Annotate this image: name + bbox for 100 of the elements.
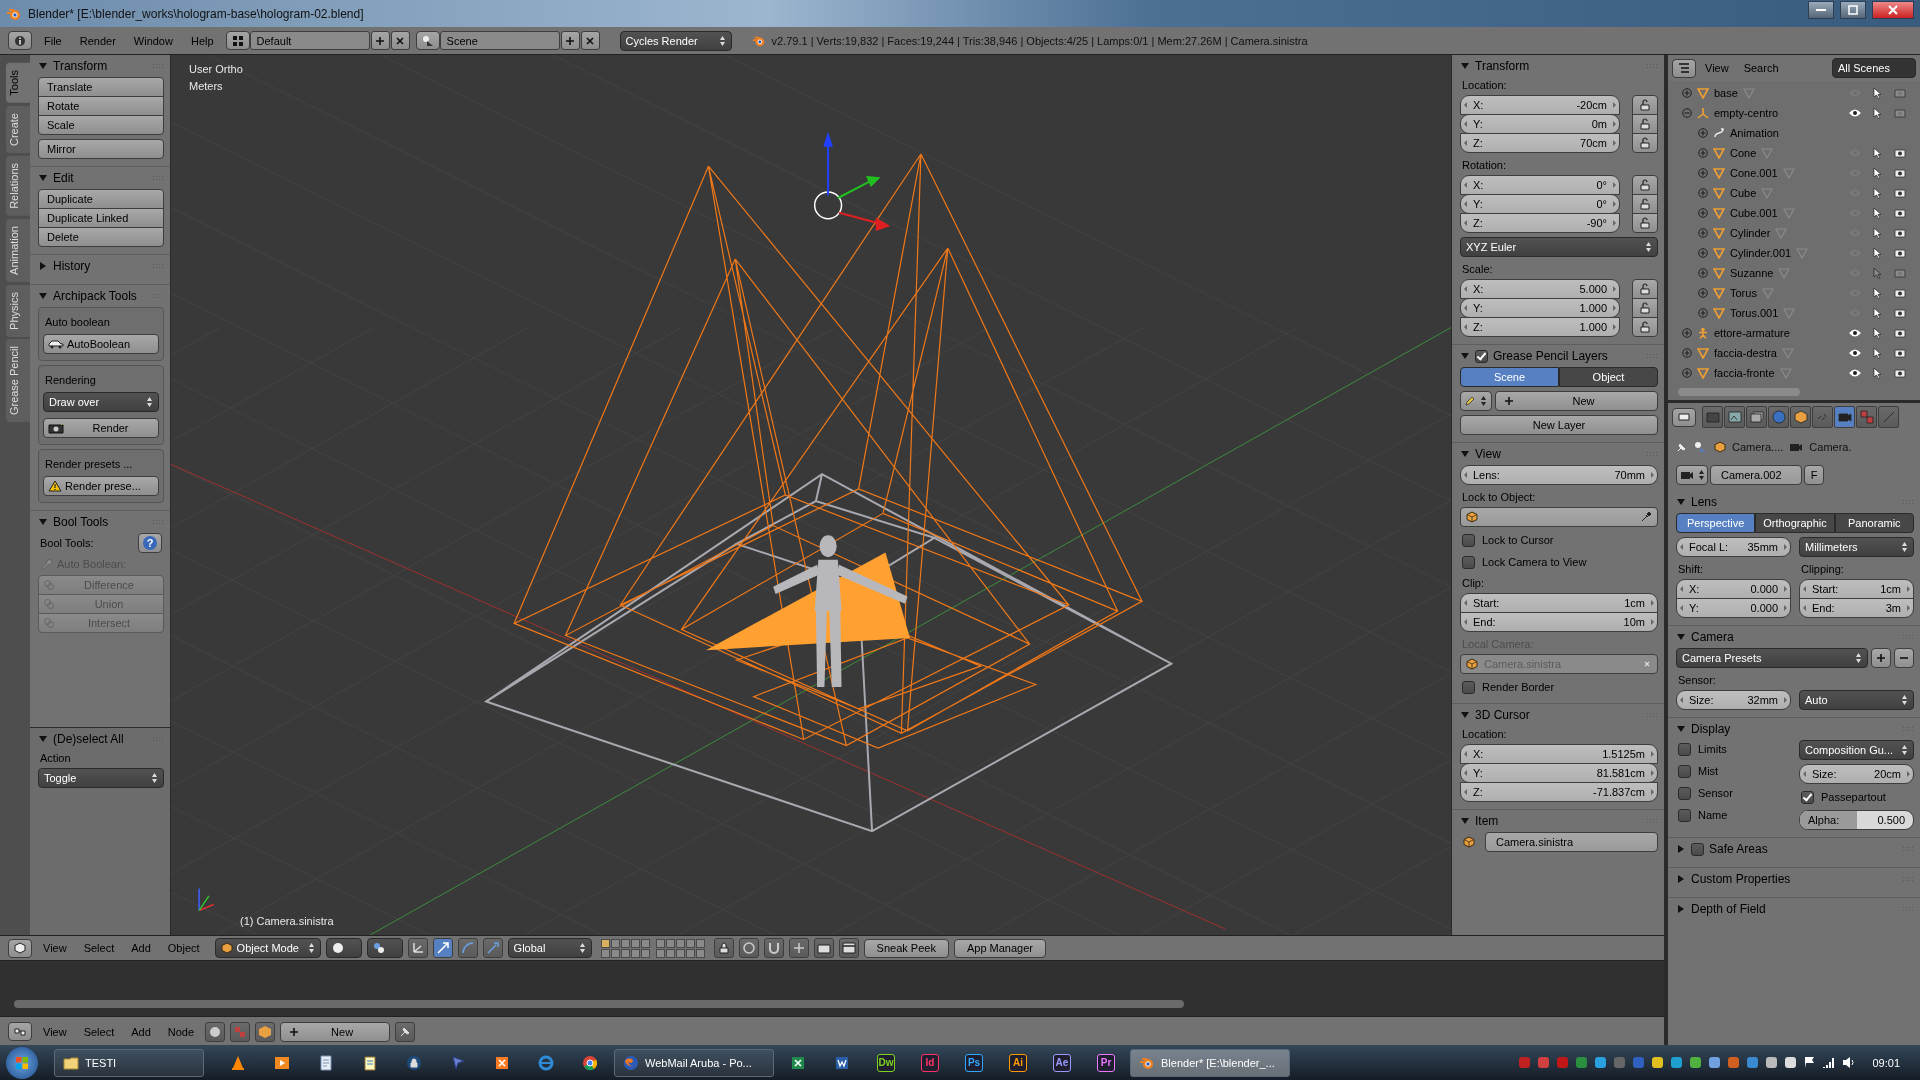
tab[interactable]: Grease Pencil bbox=[6, 339, 30, 423]
number-field[interactable]: Start: 1cm bbox=[1460, 593, 1658, 613]
tool-button[interactable]: Render bbox=[43, 418, 159, 438]
dropdown[interactable]: Draw over bbox=[43, 392, 159, 412]
panel-button[interactable]: New Layer bbox=[1460, 415, 1658, 435]
number-field[interactable]: Z: -71.837cm bbox=[1460, 782, 1658, 802]
number-field[interactable]: Y: 1.000 bbox=[1460, 298, 1620, 318]
outliner-item[interactable]: Torus bbox=[1730, 287, 1757, 299]
menu-item[interactable]: Select bbox=[77, 1025, 121, 1038]
header-button[interactable]: App Manager bbox=[953, 938, 1046, 958]
outliner-item[interactable]: Torus.001 bbox=[1730, 307, 1779, 319]
number-field[interactable]: X: 1.5125m bbox=[1460, 744, 1658, 764]
number-field[interactable]: X: 0° bbox=[1460, 175, 1620, 195]
tab[interactable]: Perspective bbox=[1676, 513, 1756, 533]
menu-item[interactable]: View bbox=[37, 942, 73, 954]
dropdown[interactable]: Composition Gu... bbox=[1799, 740, 1914, 760]
menu-item[interactable]: Render bbox=[73, 34, 122, 47]
tab[interactable]: Animation bbox=[6, 218, 30, 282]
taskbar-button[interactable]: WebMail Aruba - Po... bbox=[614, 1048, 774, 1077]
fake-user-button[interactable]: F bbox=[1804, 465, 1824, 485]
filter-dropdown[interactable]: All Scenes bbox=[1832, 58, 1916, 78]
number-field[interactable]: Focal L: 35mm bbox=[1676, 537, 1791, 557]
header-button[interactable]: Sneak Peek bbox=[863, 938, 949, 958]
new-button[interactable]: New bbox=[280, 1021, 391, 1042]
app-tile[interactable]: Id bbox=[921, 1053, 939, 1072]
number-field[interactable]: Size: 20cm bbox=[1799, 764, 1914, 784]
number-field[interactable]: Size: 32mm bbox=[1676, 690, 1791, 710]
tool-button[interactable]: Mirror bbox=[38, 139, 164, 159]
outliner-item[interactable]: Cube.001 bbox=[1730, 207, 1778, 219]
tool-button[interactable]: Delete bbox=[38, 227, 164, 247]
number-field[interactable]: End: 10m bbox=[1460, 612, 1658, 632]
number-field[interactable]: Y: 0° bbox=[1460, 194, 1620, 214]
menu-item[interactable]: View bbox=[37, 1025, 73, 1038]
outliner-item[interactable]: empty-centro bbox=[1714, 107, 1779, 119]
tool-button[interactable]: Rotate bbox=[38, 96, 164, 116]
number-field[interactable]: Lens: 70mm bbox=[1460, 465, 1658, 485]
tab[interactable]: Object bbox=[1559, 367, 1658, 387]
dropdown[interactable]: Toggle bbox=[38, 768, 164, 788]
new-button[interactable]: New bbox=[1495, 391, 1658, 411]
number-field[interactable]: X: -20cm bbox=[1460, 95, 1620, 115]
layout-field[interactable]: Default bbox=[249, 31, 370, 50]
taskbar-button[interactable]: TESTI bbox=[54, 1048, 204, 1077]
tool-button[interactable]: Scale bbox=[38, 115, 164, 135]
slider[interactable]: Alpha: 0.500 bbox=[1799, 810, 1914, 830]
tool-button[interactable]: Duplicate Linked bbox=[38, 208, 164, 228]
dropdown[interactable]: Millimeters bbox=[1799, 537, 1914, 557]
scene-field[interactable]: Scene bbox=[439, 31, 560, 50]
menu-item[interactable]: Help bbox=[184, 34, 220, 47]
menu-item[interactable]: Node bbox=[161, 1025, 201, 1038]
outliner-item[interactable]: Cone bbox=[1730, 147, 1757, 159]
clock[interactable]: 09:01 bbox=[1872, 1056, 1900, 1069]
number-field[interactable]: Y: 0.000 bbox=[1676, 598, 1791, 618]
tool-button[interactable]: AutoBoolean bbox=[43, 334, 159, 354]
tab[interactable]: Tools bbox=[6, 63, 30, 103]
number-field[interactable]: Z: 1.000 bbox=[1460, 317, 1620, 337]
app-tile[interactable]: Ps bbox=[965, 1053, 983, 1072]
taskbar-button[interactable]: Blender* [E:\blender_... bbox=[1130, 1048, 1290, 1077]
mode-dropdown[interactable]: Object Mode bbox=[214, 938, 321, 958]
tool-button[interactable]: Render prese... bbox=[43, 476, 159, 496]
tab[interactable]: Panoramic bbox=[1834, 513, 1914, 533]
outliner-item[interactable]: Cylinder bbox=[1730, 227, 1771, 239]
tool-button[interactable]: Translate bbox=[38, 77, 164, 97]
tab[interactable]: Physics bbox=[6, 284, 30, 337]
menu-item[interactable]: Search bbox=[1737, 62, 1785, 74]
outliner-item[interactable]: Suzanne bbox=[1730, 267, 1774, 279]
menu-item[interactable]: View bbox=[1699, 62, 1735, 74]
number-field[interactable]: X: 0.000 bbox=[1676, 579, 1791, 599]
tab[interactable]: Orthographic bbox=[1755, 513, 1835, 533]
tab[interactable]: Create bbox=[6, 105, 30, 153]
outliner-item[interactable]: Cube bbox=[1730, 187, 1757, 199]
number-field[interactable]: Start: 1cm bbox=[1799, 579, 1914, 599]
orientation-dropdown[interactable]: Global bbox=[507, 938, 592, 958]
number-field[interactable]: Z: 70cm bbox=[1460, 133, 1620, 153]
name-field[interactable]: Camera.sinistra bbox=[1485, 832, 1658, 852]
name-field[interactable]: Camera.002 bbox=[1710, 465, 1802, 485]
outliner-item[interactable]: faccia-destra bbox=[1714, 347, 1777, 359]
tab[interactable]: Relations bbox=[6, 155, 30, 216]
number-field[interactable]: Y: 0m bbox=[1460, 114, 1620, 134]
number-field[interactable]: End: 3m bbox=[1799, 598, 1914, 618]
outliner-item[interactable]: faccia-fronte bbox=[1714, 367, 1775, 379]
outliner-item[interactable]: Cylinder.001 bbox=[1730, 247, 1792, 259]
app-tile[interactable]: Ai bbox=[1009, 1053, 1027, 1072]
menu-item[interactable]: Add bbox=[125, 942, 157, 954]
app-tile[interactable]: Pr bbox=[1097, 1053, 1115, 1072]
outliner-item[interactable]: base bbox=[1714, 87, 1738, 99]
outliner-item[interactable]: Cone.001 bbox=[1730, 167, 1778, 179]
outliner-item[interactable]: Animation bbox=[1730, 127, 1779, 139]
number-field[interactable]: X: 5.000 bbox=[1460, 279, 1620, 299]
dropdown[interactable]: XYZ Euler bbox=[1460, 237, 1658, 257]
app-tile[interactable]: Ae bbox=[1053, 1053, 1071, 1072]
menu-item[interactable]: Object bbox=[161, 942, 206, 954]
dropdown[interactable]: Auto bbox=[1799, 690, 1914, 710]
presets-dropdown[interactable]: Camera Presets bbox=[1676, 648, 1868, 668]
tool-button[interactable]: Duplicate bbox=[38, 189, 164, 209]
tab[interactable]: Scene bbox=[1460, 367, 1559, 387]
number-field[interactable]: Y: 81.581cm bbox=[1460, 763, 1658, 783]
app-tile[interactable]: Dw bbox=[877, 1053, 895, 1072]
3d-viewport[interactable]: User Ortho Meters (1) Camera.sinistra bbox=[171, 55, 1451, 935]
menu-item[interactable]: File bbox=[38, 34, 68, 47]
menu-item[interactable]: Select bbox=[77, 942, 121, 954]
